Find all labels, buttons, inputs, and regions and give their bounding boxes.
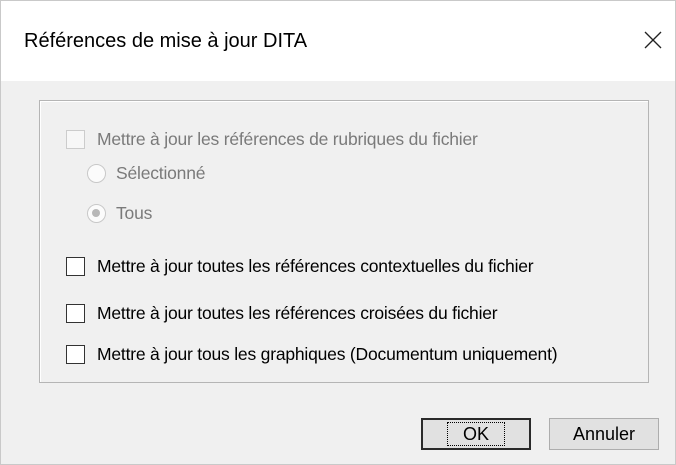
ok-button-label: OK	[446, 422, 506, 446]
scope-selected-label: Sélectionné	[116, 163, 206, 183]
close-icon	[644, 31, 662, 49]
cancel-button[interactable]: Annuler	[549, 418, 659, 450]
context-refs-option[interactable]: Mettre à jour toutes les références cont…	[66, 256, 534, 277]
ok-button[interactable]: OK	[421, 418, 531, 450]
graphics-label: Mettre à jour tous les graphiques (Docum…	[97, 344, 558, 364]
topic-refs-checkbox[interactable]	[66, 130, 85, 149]
scope-all-radio[interactable]	[87, 204, 106, 223]
close-button[interactable]	[631, 15, 675, 65]
topic-refs-label: Mettre à jour les références de rubrique…	[97, 129, 478, 149]
scope-selected-option[interactable]: Sélectionné	[87, 163, 205, 184]
title-bar: Références de mise à jour DITA	[1, 1, 675, 81]
scope-all-label: Tous	[116, 203, 153, 223]
topic-refs-option[interactable]: Mettre à jour les références de rubrique…	[66, 129, 478, 150]
cancel-button-label: Annuler	[572, 423, 636, 444]
context-refs-label: Mettre à jour toutes les références cont…	[97, 256, 534, 276]
scope-selected-radio[interactable]	[87, 164, 106, 183]
dita-update-references-dialog: Références de mise à jour DITA Mettre à …	[0, 0, 676, 465]
cross-refs-label: Mettre à jour toutes les références croi…	[97, 303, 498, 323]
cross-refs-option[interactable]: Mettre à jour toutes les références croi…	[66, 303, 498, 324]
window-title: Références de mise à jour DITA	[24, 30, 308, 52]
graphics-option[interactable]: Mettre à jour tous les graphiques (Docum…	[66, 344, 558, 365]
context-refs-checkbox[interactable]	[66, 257, 85, 276]
cross-refs-checkbox[interactable]	[66, 304, 85, 323]
graphics-checkbox[interactable]	[66, 345, 85, 364]
scope-all-option[interactable]: Tous	[87, 203, 152, 224]
